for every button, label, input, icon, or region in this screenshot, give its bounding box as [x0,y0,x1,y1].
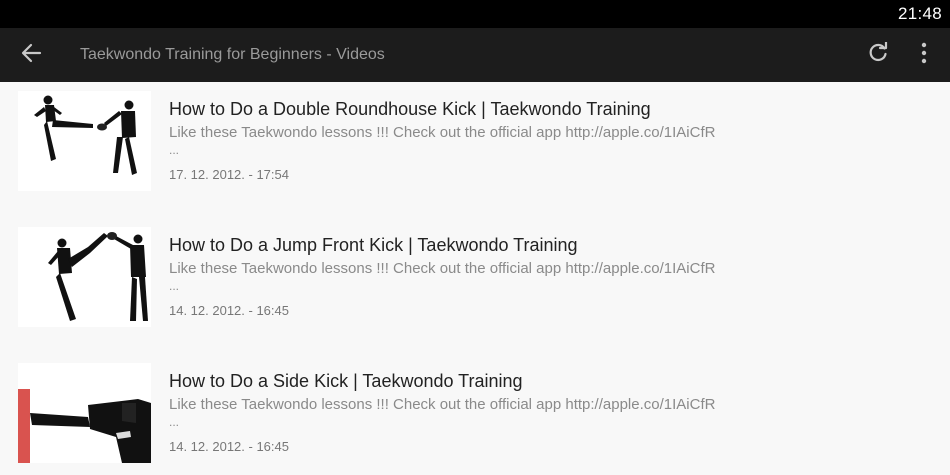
status-bar: 21:48 [0,0,950,28]
back-button[interactable] [14,38,48,72]
video-title: How to Do a Jump Front Kick | Taekwondo … [169,235,578,255]
page-title: Taekwondo Training for Beginners - Video… [80,46,385,63]
video-list-item[interactable]: How to Do a Jump Front Kick | Taekwondo … [0,227,950,347]
video-date: 17. 12. 2012. - 17:54 [169,167,289,182]
video-description: Like these Taekwondo lessons !!! Check o… [169,124,716,141]
video-thumbnail [18,363,151,463]
refresh-button[interactable] [862,39,894,71]
arrow-left-icon [20,42,42,69]
video-description-ellipsis: ... [169,143,180,157]
video-list-item[interactable]: How to Do a Double Roundhouse Kick | Tae… [0,91,950,211]
overflow-menu-button[interactable] [910,39,938,71]
video-date: 14. 12. 2012. - 16:45 [169,303,289,318]
app-bar: Taekwondo Training for Beginners - Video… [0,28,950,82]
video-list: How to Do a Double Roundhouse Kick | Tae… [0,82,950,475]
video-description-ellipsis: ... [169,279,180,293]
video-description-ellipsis: ... [169,415,180,429]
refresh-icon [867,40,889,69]
status-time: 21:48 [897,4,942,23]
video-thumbnail [18,91,151,191]
video-description: Like these Taekwondo lessons !!! Check o… [169,396,716,413]
video-thumbnail [18,227,151,327]
video-date: 14. 12. 2012. - 16:45 [169,439,289,454]
video-list-item[interactable]: How to Do a Side Kick | Taekwondo Traini… [0,363,950,475]
more-vert-icon [920,42,928,69]
video-title: How to Do a Side Kick | Taekwondo Traini… [169,371,523,391]
video-title: How to Do a Double Roundhouse Kick | Tae… [169,99,651,119]
video-description: Like these Taekwondo lessons !!! Check o… [169,260,716,277]
